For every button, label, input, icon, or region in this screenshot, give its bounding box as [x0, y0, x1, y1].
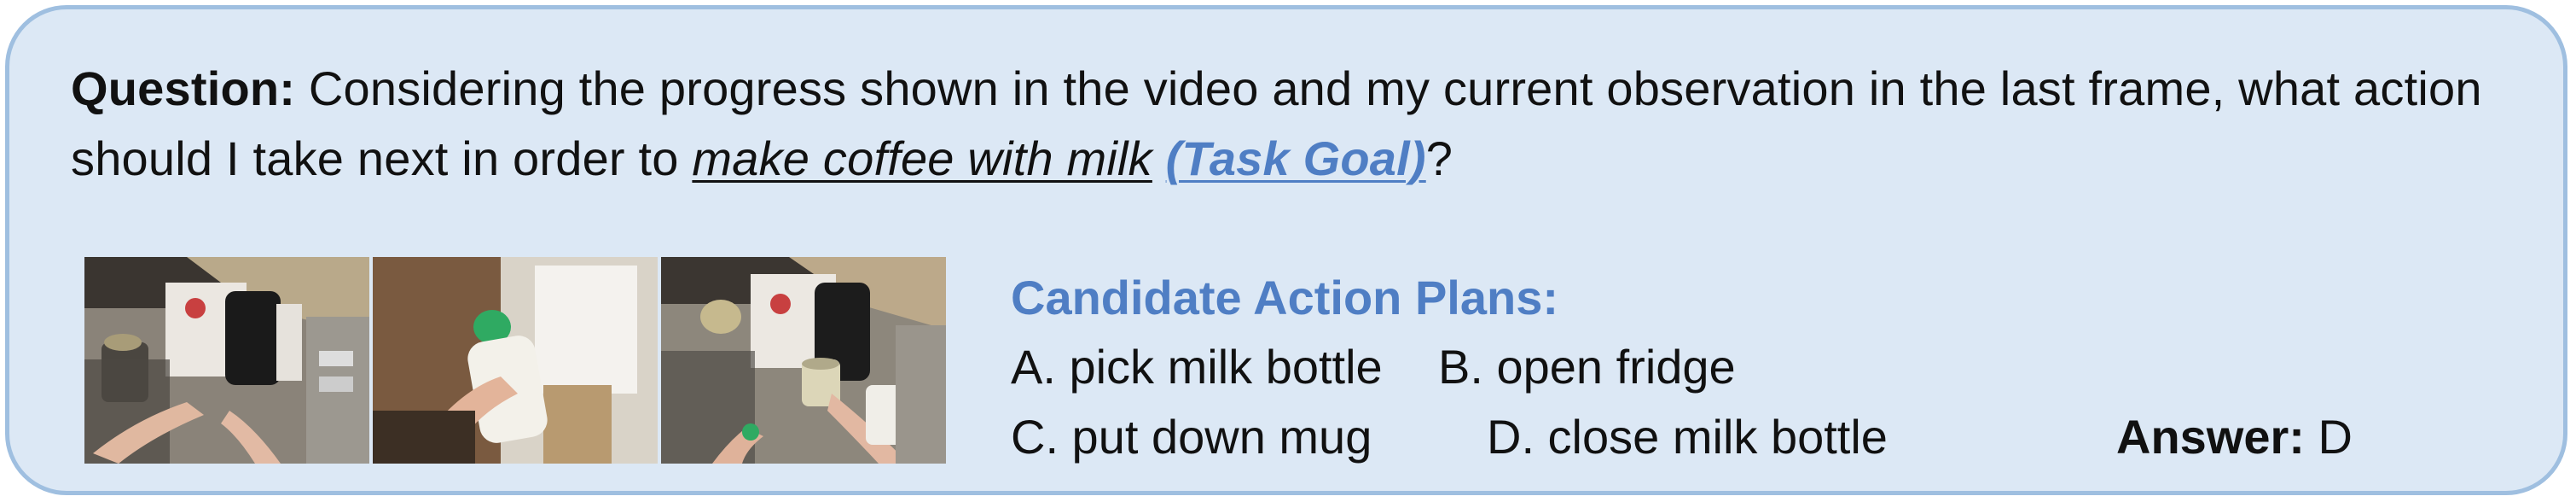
candidate-plans: Candidate Action Plans: A. pick milk bot…	[1011, 264, 2503, 472]
option-d: D. close milk bottle	[1487, 410, 1888, 464]
video-frame-3	[661, 257, 946, 464]
video-frame-2	[373, 257, 658, 464]
task-goal-label: (Task Goal)	[1165, 131, 1426, 185]
fridge-milk-bottle-image	[373, 257, 658, 464]
options-row-1: A. pick milk bottle B. open fridge	[1011, 332, 2503, 402]
option-c: C. put down mug	[1011, 410, 1372, 464]
answer-value: D	[2318, 410, 2353, 464]
question-card: Question: Considering the progress shown…	[5, 5, 2567, 495]
answer: Answer: D	[2116, 402, 2353, 472]
question-end: ?	[1425, 131, 1453, 185]
task-text: make coffee with milk	[692, 131, 1152, 185]
kitchen-counter-coffee-machine-image	[84, 257, 369, 464]
candidate-plans-title: Candidate Action Plans:	[1011, 271, 1559, 324]
answer-label: Answer:	[2116, 410, 2305, 464]
kitchen-counter-mug-image	[661, 257, 946, 464]
options-row-2: C. put down mug D. close milk bottle Ans…	[1011, 402, 2503, 472]
option-a: A. pick milk bottle	[1011, 340, 1383, 394]
option-b: B. open fridge	[1438, 340, 1736, 394]
question-label: Question:	[71, 61, 296, 115]
video-frame-1	[84, 257, 369, 464]
question-text: Question: Considering the progress shown…	[71, 54, 2527, 194]
video-frames	[84, 257, 946, 464]
